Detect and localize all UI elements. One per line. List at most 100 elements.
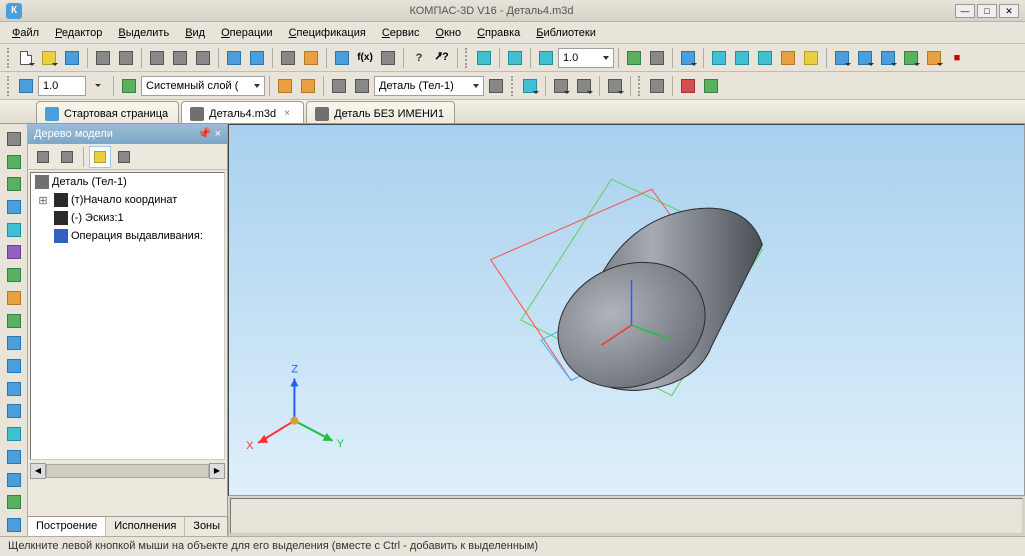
pan-button[interactable]	[646, 47, 668, 69]
menu-editor[interactable]: Редактор	[49, 24, 108, 42]
view-mode2-button[interactable]	[731, 47, 753, 69]
fx-button[interactable]: f(x)	[354, 47, 376, 69]
properties-button[interactable]	[277, 47, 299, 69]
panel-tab-exec[interactable]: Исполнения	[106, 517, 185, 536]
preview-button[interactable]	[115, 47, 137, 69]
tab-doc2[interactable]: Деталь БЕЗ ИМЕНИ1	[306, 101, 455, 123]
undo-button[interactable]	[223, 47, 245, 69]
sketch-edit-button[interactable]	[297, 75, 319, 97]
tool-draft[interactable]	[3, 378, 25, 400]
mode3-button[interactable]	[700, 75, 722, 97]
body-next-button[interactable]	[351, 75, 373, 97]
menu-spec[interactable]: Спецификация	[283, 24, 372, 42]
tool-extrude[interactable]	[3, 151, 25, 173]
cut-button[interactable]	[146, 47, 168, 69]
close-button[interactable]: ✕	[999, 4, 1019, 18]
tree-sketch[interactable]: (-) Эскиз:1	[31, 209, 224, 227]
tool-cut[interactable]	[3, 173, 25, 195]
view-mode4-button[interactable]	[777, 47, 799, 69]
tab-doc1-close[interactable]: ×	[281, 108, 293, 120]
tree-mode1-button[interactable]	[32, 146, 54, 168]
tree-root[interactable]: Деталь (Тел-1)	[31, 173, 224, 191]
menu-help[interactable]: Справка	[471, 24, 526, 42]
body-icon[interactable]	[328, 75, 350, 97]
panel-hscroll[interactable]: ◀ ▶	[30, 462, 225, 480]
layer-combo[interactable]: Системный слой (	[141, 76, 265, 96]
view-iso-button[interactable]	[677, 47, 699, 69]
sketch-button[interactable]	[274, 75, 296, 97]
tool-pattern[interactable]	[3, 401, 25, 423]
view-mode1-button[interactable]	[708, 47, 730, 69]
zoom-window-button[interactable]	[535, 47, 557, 69]
scale-input[interactable]	[38, 76, 86, 96]
panel-close-icon[interactable]: ×	[215, 128, 221, 140]
panel-tab-zones[interactable]: Зоны	[185, 517, 229, 536]
library-button[interactable]	[300, 47, 322, 69]
filter3-button[interactable]	[573, 75, 595, 97]
mode1-button[interactable]	[646, 75, 668, 97]
scroll-left-button[interactable]: ◀	[30, 463, 46, 479]
tree-mode2-button[interactable]	[56, 146, 78, 168]
context-help-button[interactable]: ⭷?	[431, 47, 453, 69]
vars-button[interactable]	[331, 47, 353, 69]
panel-tab-build[interactable]: Построение	[28, 517, 106, 536]
body-combo[interactable]: Деталь (Тел-1)	[374, 76, 484, 96]
new-doc-button[interactable]	[15, 47, 37, 69]
copy-button[interactable]	[169, 47, 191, 69]
tool-measure[interactable]	[3, 514, 25, 536]
toolbar-grip-3[interactable]	[7, 76, 11, 96]
menu-select[interactable]: Выделить	[112, 24, 175, 42]
tool-plane[interactable]	[3, 446, 25, 468]
save-button[interactable]	[61, 47, 83, 69]
property-bar[interactable]	[230, 498, 1023, 534]
panel-pin-icon[interactable]: 📌	[198, 128, 212, 140]
view-mode5-button[interactable]	[800, 47, 822, 69]
toolbar-grip-5[interactable]	[638, 76, 642, 96]
tab-start[interactable]: Стартовая страница	[36, 101, 179, 123]
menu-file[interactable]: Файл	[6, 24, 45, 42]
scale-drop-button[interactable]	[87, 75, 109, 97]
menu-operations[interactable]: Операции	[215, 24, 278, 42]
tool-hole[interactable]	[3, 310, 25, 332]
scroll-right-button[interactable]: ▶	[209, 463, 225, 479]
filter1-button[interactable]	[519, 75, 541, 97]
menu-window[interactable]: Окно	[430, 24, 468, 42]
toolbar-grip-2[interactable]	[465, 48, 469, 68]
tool-arrow[interactable]	[3, 128, 25, 150]
view-tree5-button[interactable]	[923, 47, 945, 69]
tool-axis[interactable]	[3, 469, 25, 491]
filter4-button[interactable]	[604, 75, 626, 97]
tool-mirror[interactable]	[3, 423, 25, 445]
view-mode3-button[interactable]	[754, 47, 776, 69]
tool-revolve[interactable]	[3, 196, 25, 218]
spec-button[interactable]	[377, 47, 399, 69]
view-tree3-button[interactable]	[877, 47, 899, 69]
view-stop-button[interactable]: ■	[946, 47, 968, 69]
tool-sweep[interactable]	[3, 219, 25, 241]
zoom-combo[interactable]: 1.0	[558, 48, 614, 68]
tree-mode3-button[interactable]	[89, 146, 111, 168]
print-button[interactable]	[92, 47, 114, 69]
tool-loft[interactable]	[3, 242, 25, 264]
layer-icon[interactable]	[118, 75, 140, 97]
minimize-button[interactable]: —	[955, 4, 975, 18]
tree-mode4-button[interactable]	[113, 146, 135, 168]
linetype-button[interactable]	[15, 75, 37, 97]
tool-fillet[interactable]	[3, 264, 25, 286]
toolbar-grip-4[interactable]	[511, 76, 515, 96]
paste-button[interactable]	[192, 47, 214, 69]
model-tree[interactable]: Деталь (Тел-1) ⊞ (т)Начало координат (-)…	[30, 172, 225, 460]
mode2-button[interactable]	[677, 75, 699, 97]
tool-chamfer[interactable]	[3, 287, 25, 309]
maximize-button[interactable]: □	[977, 4, 997, 18]
view-tree1-button[interactable]	[831, 47, 853, 69]
view-tree2-button[interactable]	[854, 47, 876, 69]
zoom-in-button[interactable]	[504, 47, 526, 69]
view-tree4-button[interactable]	[900, 47, 922, 69]
help-button[interactable]: ?	[408, 47, 430, 69]
tool-shell[interactable]	[3, 355, 25, 377]
toolbar-grip[interactable]	[7, 48, 11, 68]
rotate-button[interactable]	[623, 47, 645, 69]
tool-rib[interactable]	[3, 332, 25, 354]
panel-title-bar[interactable]: Дерево модели 📌 ×	[28, 124, 227, 144]
